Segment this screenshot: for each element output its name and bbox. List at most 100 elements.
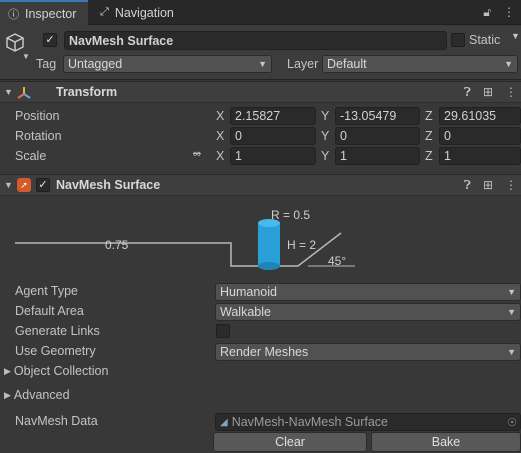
- clear-button-label: Clear: [275, 435, 305, 449]
- lock-icon[interactable]: 🔓︎: [483, 5, 491, 20]
- static-label: Static: [469, 33, 501, 47]
- context-menu-icon[interactable]: ⋮: [505, 85, 517, 100]
- generate-links-checkbox[interactable]: [216, 324, 230, 338]
- scale-z-label: Z: [425, 149, 433, 163]
- agent-dimensions-diagram: R = 0.5 H = 2 0.75 45°: [15, 208, 355, 270]
- foldout-arrow-icon[interactable]: ▼: [4, 87, 13, 97]
- position-x-label: X: [216, 109, 225, 123]
- use-geometry-dropdown[interactable]: Render Meshes ▼: [215, 343, 521, 361]
- position-y-value: -13.05479: [340, 109, 397, 123]
- position-z-field[interactable]: 29.61035: [439, 107, 521, 125]
- rotation-z-value: 0: [444, 129, 451, 143]
- clear-button[interactable]: Clear: [213, 432, 367, 452]
- help-icon[interactable]: ❓︎: [464, 85, 471, 100]
- advanced-foldout[interactable]: ▶ Advanced: [4, 388, 70, 402]
- foldout-arrow-icon[interactable]: ▼: [4, 180, 13, 190]
- scale-y-label: Y: [321, 149, 330, 163]
- info-icon: ⓘ: [8, 8, 19, 21]
- position-y-field[interactable]: -13.05479: [335, 107, 420, 125]
- transform-axes-icon: [17, 87, 31, 99]
- inspector-tab-bar: ⓘ Inspector ⤢ Navigation 🔓︎ ⋮: [0, 0, 521, 25]
- navmesh-data-field[interactable]: ◢ NavMesh-NavMesh Surface ☉: [215, 413, 521, 431]
- constrain-proportions-icon[interactable]: ∞: [193, 148, 201, 160]
- rotation-label: Rotation: [15, 129, 62, 143]
- static-checkbox[interactable]: [451, 33, 465, 47]
- tag-label: Tag: [36, 57, 57, 71]
- navmesh-surface-title: NavMesh Surface: [56, 178, 161, 192]
- tab-navigation-label: Navigation: [114, 5, 174, 20]
- tab-inspector[interactable]: ⓘ Inspector: [0, 0, 88, 25]
- rotation-z-label: Z: [425, 129, 433, 143]
- position-label: Position: [15, 109, 60, 123]
- agent-radius-text: R = 0.5: [271, 208, 310, 222]
- scale-y-field[interactable]: 1: [335, 147, 420, 165]
- navmesh-asset-icon: ◢: [220, 416, 228, 428]
- gameobject-cube-icon[interactable]: [4, 32, 26, 54]
- agent-step-text: 0.75: [105, 238, 129, 252]
- object-picker-icon[interactable]: ☉: [507, 416, 517, 429]
- context-menu-icon[interactable]: ⋮: [505, 178, 517, 193]
- tag-value: Untagged: [68, 57, 123, 71]
- tag-dropdown[interactable]: Untagged ▼: [63, 55, 272, 73]
- transform-header[interactable]: ▼ Transform ❓︎ ⊞ ⋮: [0, 81, 521, 103]
- use-geometry-value: Render Meshes: [220, 345, 309, 359]
- position-x-field[interactable]: 2.15827: [230, 107, 316, 125]
- advanced-label: Advanced: [13, 388, 70, 402]
- object-name-text: NavMesh Surface: [69, 33, 174, 48]
- agent-type-label: Agent Type: [15, 284, 79, 298]
- object-collection-label: Object Collection: [13, 364, 109, 378]
- layer-label: Layer: [287, 57, 319, 71]
- object-collection-foldout[interactable]: ▶ Object Collection: [4, 364, 108, 378]
- tab-inspector-label: Inspector: [25, 6, 77, 21]
- chevron-down-icon: ▼: [258, 59, 267, 69]
- scale-x-label: X: [216, 149, 225, 163]
- navmesh-data-value: NavMesh-NavMesh Surface: [231, 415, 389, 429]
- foldout-arrow-icon: ▶: [4, 389, 11, 400]
- position-x-value: 2.15827: [235, 109, 281, 123]
- presets-icon[interactable]: ⊞: [483, 178, 493, 193]
- scale-x-field[interactable]: 1: [230, 147, 316, 165]
- bake-button[interactable]: Bake: [371, 432, 521, 452]
- rotation-y-field[interactable]: 0: [335, 127, 420, 145]
- static-dropdown-arrow[interactable]: ▼: [511, 31, 520, 41]
- default-area-label: Default Area: [15, 304, 84, 318]
- presets-icon[interactable]: ⊞: [483, 85, 493, 100]
- scale-x-value: 1: [235, 149, 242, 163]
- rotation-x-value: 0: [235, 129, 242, 143]
- object-active-checkbox[interactable]: ✓: [43, 33, 57, 47]
- navigation-icon: ⤢: [100, 6, 109, 18]
- scale-y-value: 1: [340, 149, 347, 163]
- chevron-down-icon: ▼: [507, 287, 516, 297]
- navmesh-enabled-checkbox[interactable]: ✓: [36, 178, 50, 192]
- agent-height-text: H = 2: [287, 238, 316, 252]
- default-area-value: Walkable: [220, 305, 271, 319]
- object-name-field[interactable]: NavMesh Surface: [64, 31, 447, 50]
- icon-dropdown-caret[interactable]: ▼: [22, 52, 30, 61]
- foldout-arrow-icon: ▶: [4, 365, 11, 376]
- use-geometry-label: Use Geometry: [15, 344, 96, 358]
- rotation-x-field[interactable]: 0: [230, 127, 316, 145]
- layer-dropdown[interactable]: Default ▼: [322, 55, 518, 73]
- rotation-z-field[interactable]: 0: [439, 127, 521, 145]
- position-z-value: 29.61035: [444, 109, 497, 123]
- transform-title: Transform: [56, 85, 118, 99]
- rotation-y-value: 0: [340, 129, 347, 143]
- bake-button-label: Bake: [431, 435, 461, 449]
- agent-type-dropdown[interactable]: Humanoid ▼: [215, 283, 521, 301]
- default-area-dropdown[interactable]: Walkable ▼: [215, 303, 521, 321]
- navmesh-surface-header[interactable]: ▼ ➚ ✓ NavMesh Surface ❓︎ ⊞ ⋮: [0, 174, 521, 196]
- position-y-label: Y: [321, 109, 330, 123]
- generate-links-label: Generate Links: [15, 324, 100, 338]
- chevron-down-icon: ▼: [507, 347, 516, 357]
- position-z-label: Z: [425, 109, 433, 123]
- navmesh-data-label: NavMesh Data: [15, 414, 98, 428]
- tab-navigation[interactable]: ⤢ Navigation: [92, 0, 192, 25]
- rotation-x-label: X: [216, 129, 225, 143]
- layer-value: Default: [327, 57, 367, 71]
- scale-z-field[interactable]: 1: [439, 147, 521, 165]
- agent-slope-text: 45°: [328, 254, 346, 268]
- scale-label: Scale: [15, 149, 47, 163]
- more-options-icon[interactable]: ⋮: [503, 5, 515, 20]
- chevron-down-icon: ▼: [507, 307, 516, 317]
- help-icon[interactable]: ❓︎: [464, 178, 471, 193]
